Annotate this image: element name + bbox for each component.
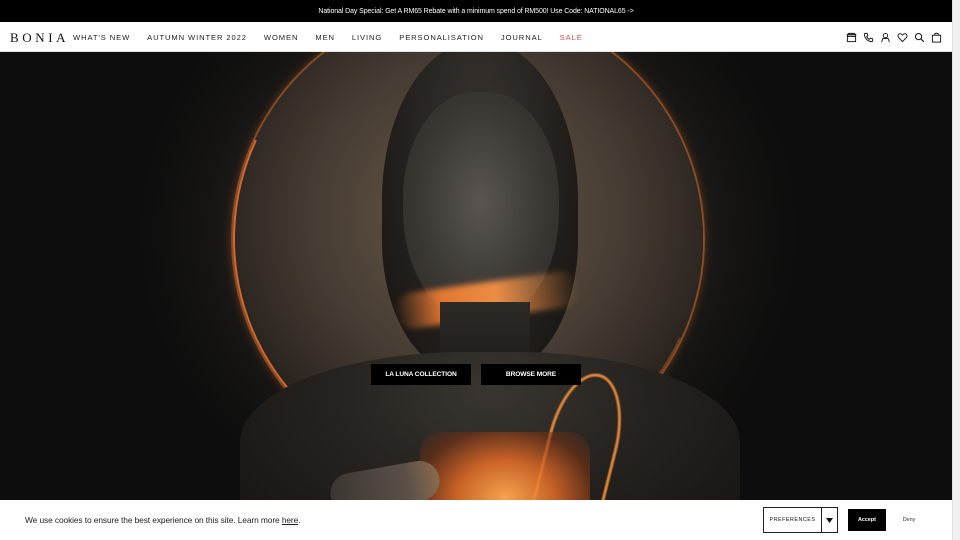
nav-item-personalisation[interactable]: PERSONALISATION — [399, 33, 484, 42]
wishlist-heart-icon[interactable] — [897, 32, 908, 43]
nav-item-men[interactable]: MEN — [315, 33, 335, 42]
cookie-message-text: We use cookies to ensure the best experi… — [25, 515, 282, 525]
nav-item-women[interactable]: WOMEN — [264, 33, 298, 42]
cookie-deny-button[interactable]: Deny — [896, 509, 922, 531]
bonia-logo[interactable]: BONIA — [10, 30, 69, 46]
hero-cta-group: LA LUNA COLLECTION BROWSE MORE — [371, 364, 581, 385]
cookie-accept-button[interactable]: Accept — [848, 509, 886, 531]
site-header: BONIA WHAT'S NEW AUTUMN WINTER 2022 WOME… — [0, 22, 952, 52]
nav-item-autumn-winter-2022[interactable]: AUTUMN WINTER 2022 — [147, 33, 247, 42]
promo-bar[interactable]: National Day Special: Get A RM65 Rebate … — [0, 0, 952, 22]
browse-more-button[interactable]: BROWSE MORE — [481, 364, 581, 385]
search-icon[interactable] — [914, 32, 925, 43]
chevron-down-icon — [826, 517, 833, 523]
cookie-learn-more-link[interactable]: here — [282, 515, 298, 525]
shopping-bag-icon[interactable] — [931, 32, 942, 43]
promo-text[interactable]: National Day Special: Get A RM65 Rebate … — [318, 8, 633, 15]
cookie-message: We use cookies to ensure the best experi… — [25, 515, 301, 525]
nav-item-living[interactable]: LIVING — [352, 33, 382, 42]
hero-glowing-bag — [420, 432, 590, 500]
cookie-message-suffix: . — [298, 515, 301, 525]
cookie-preferences-button[interactable]: PREFERENCES — [764, 517, 821, 523]
nav-item-whats-new[interactable]: WHAT'S NEW — [73, 33, 130, 42]
store-icon[interactable] — [846, 32, 857, 43]
cookie-preferences-control: PREFERENCES — [763, 507, 838, 533]
cookie-preferences-toggle[interactable] — [821, 507, 837, 533]
main-nav: WHAT'S NEW AUTUMN WINTER 2022 WOMEN MEN … — [73, 22, 600, 52]
header-icons — [846, 22, 942, 52]
page-scrollbar[interactable] — [952, 0, 960, 540]
phone-icon[interactable] — [863, 32, 874, 43]
hero-banner[interactable] — [0, 52, 952, 500]
account-icon[interactable] — [880, 32, 891, 43]
la-luna-collection-button[interactable]: LA LUNA COLLECTION — [371, 364, 471, 385]
nav-item-journal[interactable]: JOURNAL — [501, 33, 543, 42]
nav-item-sale[interactable]: SALE — [560, 33, 583, 42]
